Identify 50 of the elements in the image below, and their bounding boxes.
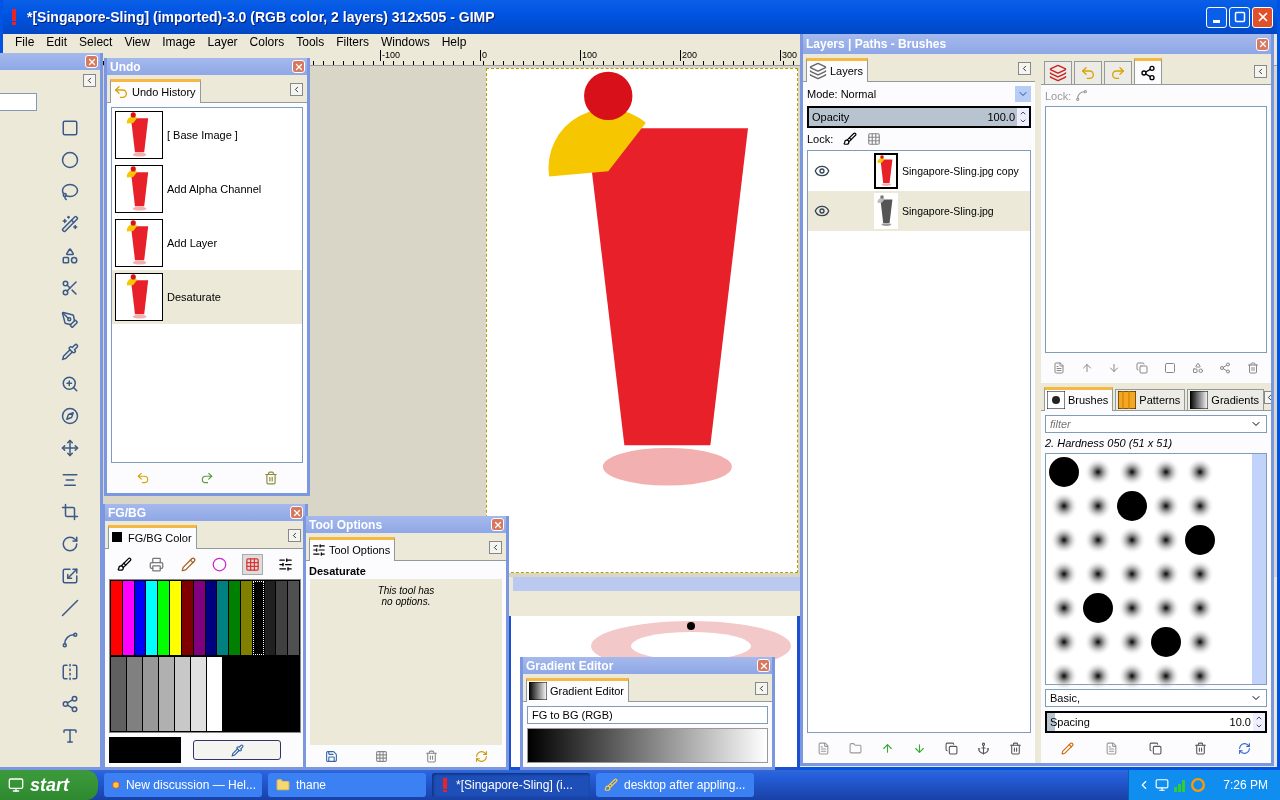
taskbar-button[interactable]: *[Singapore-Sling] (i... — [432, 773, 590, 797]
ruler-label: 0 — [480, 50, 487, 61]
ruler-label: -100 — [380, 50, 400, 61]
menu-item[interactable]: Layer — [201, 35, 244, 49]
filter-field[interactable]: filter — [1045, 415, 1267, 433]
gradient-name-field[interactable]: FG to BG (RGB) — [527, 706, 768, 724]
window-title: Layers | Paths - Brushes — [806, 37, 947, 51]
mode-dropdown[interactable]: Mode: Normal — [807, 88, 877, 100]
dock-tab[interactable]: Tool Options — [309, 537, 396, 561]
menu-item[interactable]: File — [9, 35, 41, 49]
menu-item[interactable]: Windows — [374, 35, 436, 49]
ruler-label: 100 — [580, 50, 598, 61]
menu-item[interactable]: Edit — [40, 35, 74, 49]
dock-tab[interactable]: FG/BG Color — [108, 525, 197, 549]
brush-set-dropdown[interactable]: Basic, — [1045, 689, 1267, 707]
menu-item[interactable]: Select — [73, 35, 119, 49]
menu-item[interactable]: View — [118, 35, 157, 49]
dock-tab[interactable]: Brushes — [1044, 387, 1114, 411]
lock-label: Lock: — [807, 133, 834, 145]
menu-item[interactable]: Tools — [290, 35, 331, 49]
opacity-spinner[interactable]: Opacity 100.0 — [807, 106, 1031, 128]
spacing-spinner[interactable]: Spacing 10.0 — [1045, 711, 1267, 733]
window-title: FG/BG — [108, 505, 146, 520]
dock-tab[interactable]: Patterns — [1115, 389, 1186, 410]
taskbar-button[interactable]: desktop after appling... — [596, 773, 754, 797]
menu-item[interactable]: Colors — [243, 35, 291, 49]
window-title: Undo — [110, 59, 141, 74]
ruler-label: 300 — [780, 50, 798, 61]
menu-item[interactable]: Help — [435, 35, 473, 49]
lock-label: Lock: — [1045, 89, 1072, 102]
window-title: Gradient Editor — [526, 658, 614, 673]
dock-tab[interactable]: Undo History — [110, 79, 201, 103]
layer-row[interactable]: Singapore-Sling.jpg — [808, 191, 1030, 231]
menu-item[interactable]: Filters — [330, 35, 375, 49]
dock-tab[interactable]: Layers — [806, 58, 869, 82]
taskbar-button[interactable]: thane — [268, 773, 426, 797]
brush-name: 2. Hardness 050 (51 x 51) — [1045, 437, 1174, 449]
start-button[interactable]: start — [0, 770, 98, 800]
window-title: Tool Options — [309, 517, 383, 532]
ruler-label: 200 — [680, 50, 698, 61]
history-row[interactable]: Desaturate — [112, 270, 302, 324]
tool-message: This tool has no options. — [377, 585, 435, 609]
tool-name: Desaturate — [308, 564, 367, 579]
taskbar-button[interactable]: New discussion — Hel... — [104, 773, 262, 797]
window-title: *[Singapore-Sling] (imported)-3.0 (RGB color, 2 layers) 312x505 - GIMP — [27, 9, 495, 25]
dock-tab[interactable]: Gradient Editor — [526, 678, 629, 702]
menu-item[interactable]: Image — [156, 35, 202, 49]
clock: 7:26 PM — [1223, 778, 1268, 792]
dock-tab[interactable]: Gradients — [1187, 389, 1265, 410]
filter-input[interactable]: filter — [1050, 417, 1244, 431]
